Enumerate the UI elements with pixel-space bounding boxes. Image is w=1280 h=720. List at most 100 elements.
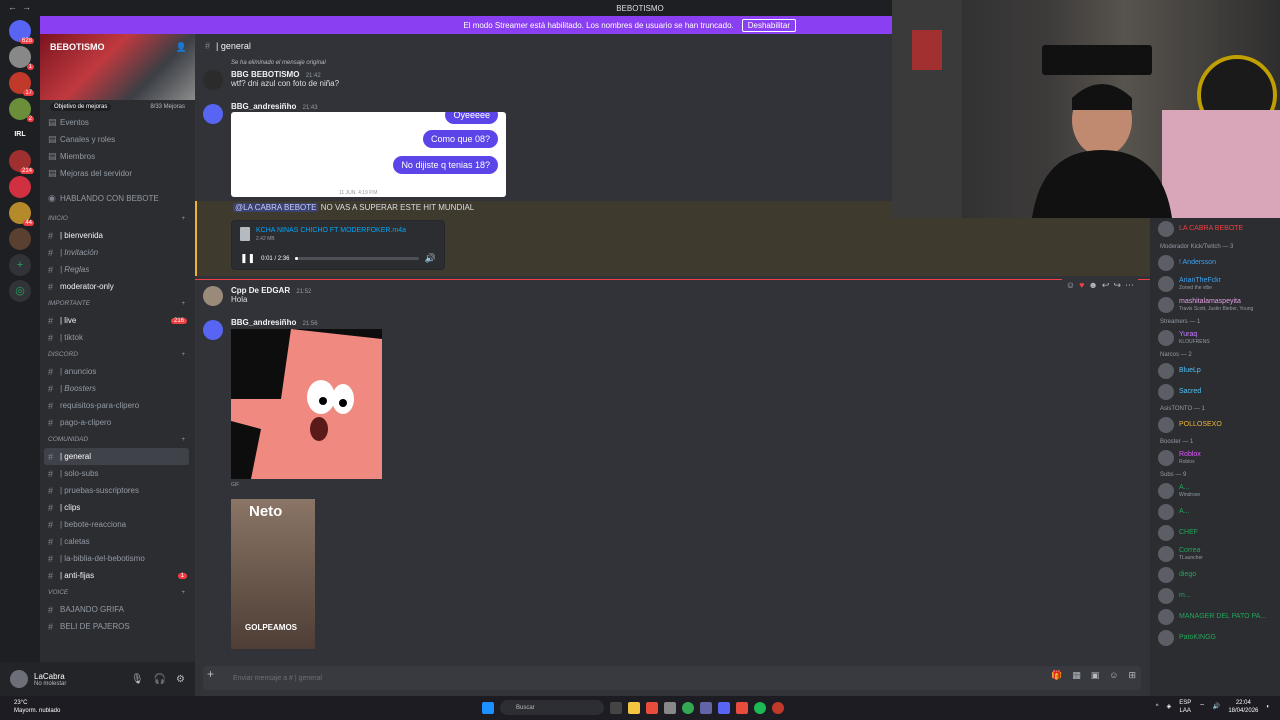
boost-progress[interactable]: Objetivo de mejoras 8/33 Mejoras <box>40 100 195 114</box>
channel-category[interactable]: COMUNIDAD + <box>40 431 195 448</box>
guild-menu-item[interactable]: ▤ Eventos <box>40 114 195 131</box>
channel-category[interactable]: INICIO + <box>40 210 195 227</box>
member-item[interactable]: MANAGER DEL PATO PA... <box>1150 606 1280 627</box>
member-item[interactable]: PatoKINGG <box>1150 627 1280 648</box>
invite-icon[interactable]: 👤 <box>176 42 187 53</box>
channel-item[interactable]: # | pruebas-suscriptores <box>40 482 195 499</box>
channel-item[interactable]: # | live 216 <box>40 312 195 329</box>
server-icon[interactable]: 44 <box>9 202 34 226</box>
gif-icon[interactable]: ▦ <box>1072 670 1081 681</box>
heart-icon[interactable]: ♥ <box>1079 280 1084 291</box>
channel-item[interactable]: # | la-biblia-del-bebotismo <box>40 550 195 567</box>
channel-item[interactable]: # | tiktok <box>40 329 195 346</box>
member-item[interactable]: m... <box>1150 585 1280 606</box>
member-item[interactable]: POLLOSEXO <box>1150 414 1280 435</box>
add-channel-icon[interactable]: + <box>181 436 185 443</box>
channel-item[interactable]: # pago-a-clipero <box>40 414 195 431</box>
channel-item[interactable]: # | Boosters <box>40 380 195 397</box>
member-item[interactable]: A... Windrose <box>1150 480 1280 501</box>
server-icon[interactable] <box>9 176 31 198</box>
message-author[interactable]: BBG_andresiñho <box>231 318 296 327</box>
notification-icon[interactable]: ◐ <box>1266 703 1270 711</box>
app-icon[interactable] <box>736 701 748 714</box>
channel-item[interactable]: # BAJANDO GRIFA <box>40 601 195 618</box>
message-author[interactable]: BBG_andresiñho <box>231 102 296 111</box>
channel-category[interactable]: VOICE + <box>40 584 195 601</box>
more-icon[interactable]: ⋯ <box>1125 280 1134 291</box>
avatar[interactable] <box>203 104 223 124</box>
audio-filename[interactable]: KCHA NINAS CHICHO FT MODERFOKER.m4a <box>256 227 406 234</box>
task-view-icon[interactable] <box>610 701 622 714</box>
channel-item[interactable]: # | bienvenida <box>40 227 195 244</box>
settings-gear-icon[interactable]: ⚙ <box>176 674 185 685</box>
add-channel-icon[interactable]: + <box>181 215 185 222</box>
attach-plus-icon[interactable]: + <box>207 667 214 681</box>
disable-streamer-button[interactable]: Deshabilitar <box>741 18 796 32</box>
server-icon[interactable]: 628 <box>9 20 34 44</box>
emoji-picker-icon[interactable]: ☺ <box>1109 670 1118 681</box>
member-item[interactable]: CHEF <box>1150 522 1280 543</box>
store-icon[interactable] <box>664 701 676 714</box>
channel-item[interactable]: # | caletas <box>40 533 195 550</box>
member-item[interactable]: ! Andersson <box>1150 252 1280 273</box>
gift-icon[interactable]: 🎁 <box>1051 670 1062 681</box>
file-explorer-icon[interactable] <box>628 701 640 714</box>
spotify-icon[interactable] <box>754 701 766 714</box>
server-icon[interactable] <box>9 228 31 250</box>
guild-name[interactable]: BEBOTISMO <box>50 42 105 52</box>
member-item[interactable]: A... <box>1150 501 1280 522</box>
channel-category[interactable]: IMPORTANTE + <box>40 295 195 312</box>
message-input[interactable]: Enviar mensaje a # | general <box>203 666 1141 690</box>
avatar[interactable] <box>203 286 223 306</box>
channel-item[interactable]: # | bebote-reacciona <box>40 516 195 533</box>
member-item[interactable]: BlueLp <box>1150 360 1280 381</box>
gif-attachment[interactable] <box>231 329 382 479</box>
server-icon[interactable]: IRL <box>9 124 31 146</box>
language-indicator[interactable]: ESP LAA <box>1179 699 1191 715</box>
add-channel-icon[interactable]: + <box>181 300 185 307</box>
add-server-icon[interactable]: + <box>9 254 31 276</box>
apps-icon[interactable]: ⊞ <box>1128 670 1136 681</box>
channel-item[interactable]: # | anti-fijas 1 <box>40 567 195 584</box>
channel-item[interactable]: # BELI DE PAJEROS <box>40 618 195 635</box>
clock[interactable]: 22:04 18/04/2026 <box>1228 699 1258 715</box>
mic-icon[interactable]: 🎙 <box>131 674 144 685</box>
channel-item[interactable]: # | clips <box>40 499 195 516</box>
member-item[interactable]: diego <box>1150 564 1280 585</box>
channel-item[interactable]: # requisitos-para-clipero <box>40 397 195 414</box>
user-avatar[interactable] <box>10 670 28 688</box>
taskbar-search[interactable]: Buscar <box>500 700 604 715</box>
channel-item[interactable]: # moderator-only <box>40 278 195 295</box>
wifi-icon[interactable]: ⌔ <box>1199 703 1205 711</box>
guild-menu-item[interactable]: ▤ Miembros <box>40 148 195 165</box>
guild-menu-item[interactable]: ▤ Mejoras del servidor <box>40 165 195 182</box>
channel-item[interactable]: # | anuncios <box>40 363 195 380</box>
emoji-icon[interactable]: ☺ <box>1066 280 1075 291</box>
pause-icon[interactable]: ❚❚ <box>240 253 255 264</box>
windows-start-icon[interactable] <box>482 701 494 714</box>
member-item[interactable]: mashitalamaspeyita Travis Scott, Justin B… <box>1150 294 1280 315</box>
react-icon[interactable]: ☻ <box>1088 280 1097 291</box>
video-attachment[interactable]: Neto GOLPEAMOS <box>231 499 315 649</box>
discover-icon[interactable]: ◎ <box>9 280 31 302</box>
member-top[interactable]: LA CABRA BEBOTE <box>1150 218 1280 240</box>
volume-icon[interactable]: 🔊 <box>425 253 436 264</box>
tray-chevron-icon[interactable]: ^ <box>1156 703 1159 711</box>
guild-menu-item[interactable]: ▤ Canales y roles <box>40 131 195 148</box>
brave-icon[interactable] <box>646 701 658 714</box>
forward-icon[interactable]: ↪ <box>1113 280 1121 291</box>
add-channel-icon[interactable]: + <box>181 589 185 596</box>
channel-item[interactable]: # | solo-subs <box>40 465 195 482</box>
weather-widget[interactable]: 23°C Mayorm. nublado <box>14 699 60 715</box>
member-item[interactable]: ArianTheFckr Zoned the vibe <box>1150 273 1280 294</box>
network-icon[interactable]: ◈ <box>1167 703 1172 711</box>
sticker-icon[interactable]: ▣ <box>1091 670 1100 681</box>
member-item[interactable]: Roblox Roblox <box>1150 447 1280 468</box>
reply-icon[interactable]: ↩ <box>1102 280 1110 291</box>
server-icon[interactable]: 17 <box>9 72 34 96</box>
channel-category[interactable]: DISCORD + <box>40 346 195 363</box>
talking-channel[interactable]: ◉ HABLANDO CON BEBOTE <box>40 186 195 210</box>
obs-icon[interactable] <box>772 701 784 714</box>
image-attachment[interactable]: Oyeeeee Como que 08? No dijiste q tenias… <box>231 112 506 197</box>
chrome-icon[interactable] <box>682 701 694 714</box>
